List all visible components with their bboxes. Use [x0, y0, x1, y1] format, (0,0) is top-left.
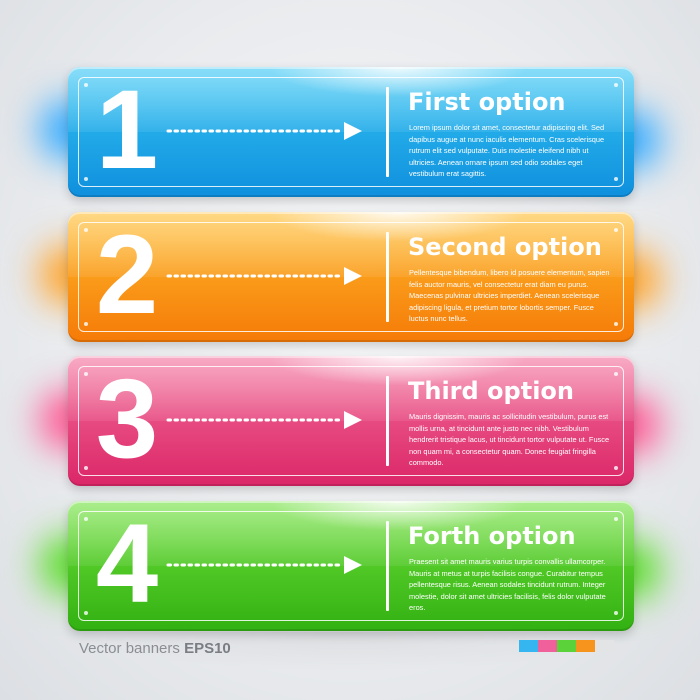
divider-line — [386, 87, 389, 177]
option-description: Pellentesque bibendum, libero id posuere… — [409, 268, 610, 323]
option-banner-4[interactable]: 4 Forth option Praesent sit amet mauris … — [68, 501, 634, 631]
swatch-green — [557, 640, 576, 652]
option-number: 3 — [95, 356, 159, 481]
corner-dot — [84, 517, 88, 521]
option-banner-3[interactable]: 3 Third option Mauris dignissim, mauris … — [68, 356, 634, 486]
corner-dot — [84, 83, 88, 87]
option-title: First option — [408, 88, 566, 116]
dotted-arrow-icon — [166, 267, 362, 285]
option-title: Third option — [408, 377, 574, 405]
divider-line — [386, 376, 389, 466]
corner-dot — [84, 228, 88, 232]
dotted-arrow-icon — [166, 122, 362, 140]
corner-dot — [84, 611, 88, 615]
option-number: 4 — [95, 501, 159, 626]
option-title: Forth option — [408, 522, 576, 550]
dotted-arrow-icon — [166, 556, 362, 574]
footer-format: EPS10 — [184, 640, 231, 657]
option-description: Lorem ipsum dolor sit amet, consectetur … — [409, 123, 605, 178]
corner-dot — [84, 466, 88, 470]
swatch-gray — [595, 640, 614, 652]
option-description: Mauris dignissim, mauris ac sollicitudin… — [409, 412, 610, 467]
option-number: 1 — [95, 67, 159, 192]
dotted-arrow-icon — [166, 411, 362, 429]
option-description: Praesent sit amet mauris varius turpis c… — [409, 557, 606, 612]
swatch-orange — [576, 640, 595, 652]
option-title: Second option — [408, 233, 602, 261]
divider-line — [386, 232, 389, 322]
corner-dot — [84, 177, 88, 181]
footer-caption: Vector banners EPS10 — [79, 640, 231, 657]
option-banner-2[interactable]: 2 Second option Pellentesque bibendum, l… — [68, 212, 634, 342]
option-banner-1[interactable]: 1 First option Lorem ipsum dolor sit ame… — [68, 67, 634, 197]
corner-dot — [84, 372, 88, 376]
swatch-blue — [519, 640, 538, 652]
divider-line — [386, 521, 389, 611]
corner-dot — [84, 322, 88, 326]
option-number: 2 — [95, 212, 159, 337]
swatch-pink — [538, 640, 557, 652]
color-swatch-strip — [519, 640, 614, 652]
footer-label: Vector banners — [79, 640, 180, 657]
